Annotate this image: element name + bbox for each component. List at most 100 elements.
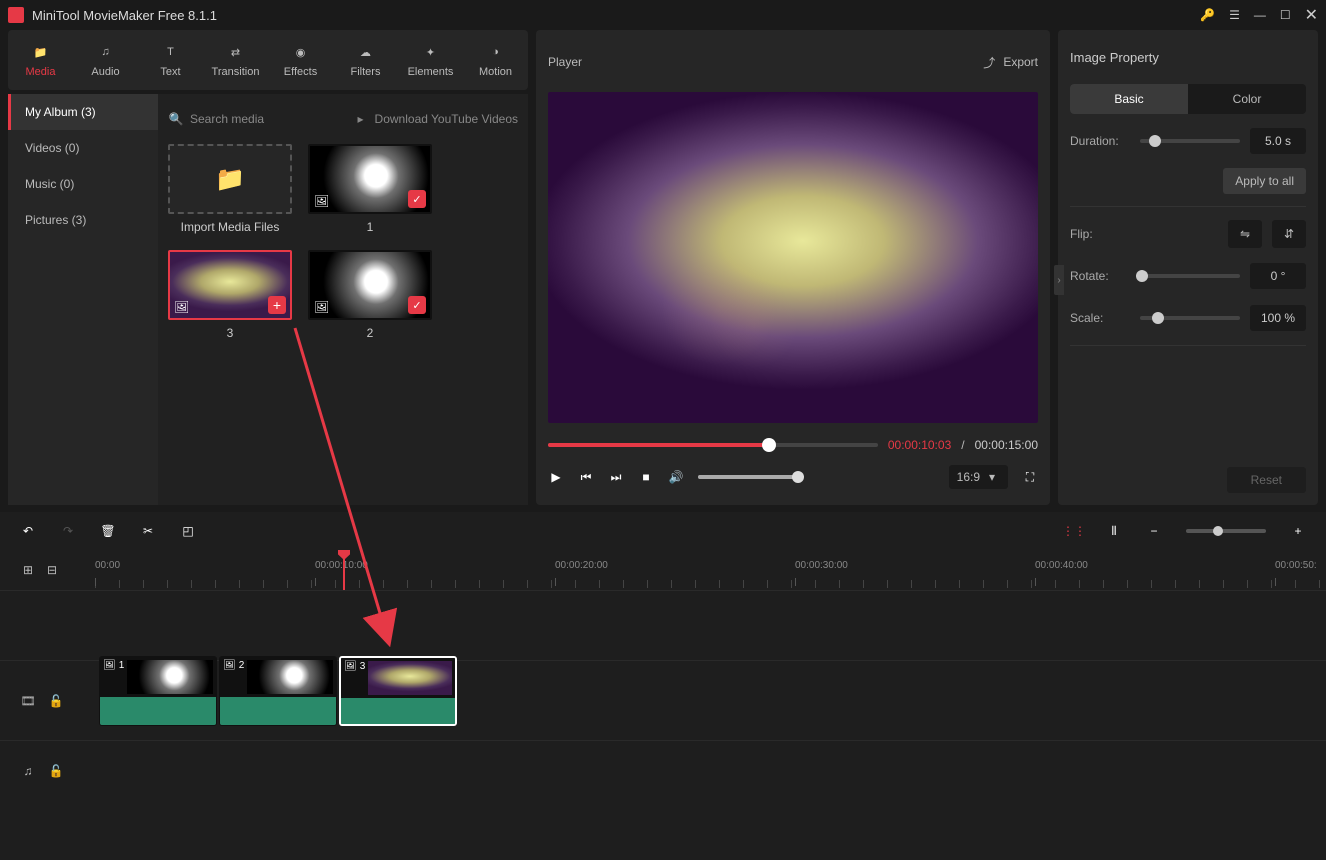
playback-scrubber[interactable] [548, 443, 878, 447]
reset-button[interactable]: Reset [1227, 467, 1306, 493]
license-key-icon[interactable]: 🔑 [1200, 8, 1215, 22]
prev-frame-button[interactable]: ⏮ [578, 469, 594, 485]
panel-expander[interactable]: › [1054, 265, 1064, 295]
video-track[interactable]: 🎞 🔓 🖼1 🖼2 🖼3 [0, 660, 1326, 740]
crop-button[interactable]: ◰ [180, 523, 196, 539]
download-youtube-link[interactable]: ▸ Download YouTube Videos [353, 111, 518, 127]
flip-horizontal-button[interactable]: ⇋ [1228, 220, 1262, 248]
image-icon: 🖼 [344, 661, 357, 672]
tab-effects[interactable]: ◉Effects [268, 30, 333, 90]
scale-slider[interactable] [1140, 316, 1240, 320]
tab-color[interactable]: Color [1188, 84, 1306, 114]
category-my-album[interactable]: My Album (3) [8, 94, 158, 130]
timeline-clip[interactable]: 🖼1 [99, 656, 217, 726]
lock-icon[interactable]: 🔓 [48, 693, 64, 709]
scale-value[interactable]: 100 % [1250, 305, 1306, 331]
timeline-clip[interactable]: 🖼3 [339, 656, 457, 726]
window-title: MiniTool MovieMaker Free 8.1.1 [32, 8, 1200, 23]
ruler-tick: 00:00:40:00 [1035, 560, 1088, 571]
category-music[interactable]: Music (0) [8, 166, 158, 202]
rotate-slider[interactable] [1140, 274, 1240, 278]
category-pictures[interactable]: Pictures (3) [8, 202, 158, 238]
titlebar: MiniTool MovieMaker Free 8.1.1 🔑 ☰ — ☐ ✕ [0, 0, 1326, 30]
magnet-button[interactable]: ⫴ [1106, 523, 1122, 539]
next-frame-button[interactable]: ⏭ [608, 469, 624, 485]
fullscreen-button[interactable]: ⛶ [1022, 469, 1038, 485]
tab-text[interactable]: TText [138, 30, 203, 90]
import-media-button[interactable]: 📁 Import Media Files [168, 144, 292, 234]
redo-button[interactable]: ↷ [60, 523, 76, 539]
timecode-total: 00:00:15:00 [975, 438, 1038, 452]
media-item[interactable]: 🖼 ✓ 2 [308, 250, 432, 340]
ruler-tick: 00:00 [95, 560, 120, 571]
flip-vertical-button[interactable]: ⇵ [1272, 220, 1306, 248]
property-panel: Image Property Basic Color Duration: 5.0… [1058, 30, 1318, 505]
snap-button[interactable]: ⋮⋮ [1066, 523, 1082, 539]
youtube-icon: ▸ [353, 111, 369, 127]
lock-icon[interactable]: 🔓 [48, 763, 64, 779]
scale-label: Scale: [1070, 311, 1130, 325]
property-title: Image Property [1070, 42, 1306, 72]
player-panel: Player ⤴ Export 00:00:10:03 / 00:00:15:0… [536, 30, 1050, 505]
flip-v-icon: ⇵ [1284, 227, 1294, 241]
swap-icon: ⇄ [226, 42, 246, 62]
zoom-slider[interactable] [1186, 529, 1266, 533]
stop-button[interactable]: ■ [638, 469, 654, 485]
delete-button[interactable]: 🗑 [100, 523, 116, 539]
add-icon[interactable]: + [268, 296, 286, 314]
duration-slider[interactable] [1140, 139, 1240, 143]
volume-icon[interactable]: 🔊 [668, 469, 684, 485]
volume-slider[interactable] [698, 475, 798, 479]
check-icon: ✓ [408, 296, 426, 314]
remove-track-button[interactable]: ⊟ [44, 562, 60, 578]
menu-icon[interactable]: ☰ [1229, 8, 1240, 22]
export-button[interactable]: ⤴ Export [981, 54, 1038, 70]
zoom-out-button[interactable]: − [1146, 523, 1162, 539]
zoom-in-button[interactable]: + [1290, 523, 1306, 539]
aspect-ratio-select[interactable]: 16:9 ▾ [949, 465, 1008, 489]
timeline-ruler[interactable]: ⊞ ⊟ 00:00 00:00:10:00 00:00:20:00 00:00:… [0, 550, 1326, 590]
folder-icon: 📁 [31, 42, 51, 62]
flip-h-icon: ⇋ [1240, 227, 1250, 241]
tab-elements[interactable]: ✦Elements [398, 30, 463, 90]
tab-media[interactable]: 📁Media [8, 30, 73, 90]
audio-track[interactable]: ♫ 🔓 [0, 740, 1326, 800]
media-item[interactable]: 🖼 + 3 [168, 250, 292, 340]
image-icon: 🖼 [103, 660, 116, 671]
top-tabs: 📁Media ♫Audio TText ⇄Transition ◉Effects… [8, 30, 528, 90]
split-button[interactable]: ✂ [140, 523, 156, 539]
media-item[interactable]: 🖼 ✓ 1 [308, 144, 432, 234]
media-library: 🔍 Search media ▸ Download YouTube Videos… [158, 94, 528, 505]
timecode-separator: / [961, 438, 964, 452]
apply-to-all-button[interactable]: Apply to all [1223, 168, 1306, 194]
undo-button[interactable]: ↶ [20, 523, 36, 539]
tab-basic[interactable]: Basic [1070, 84, 1188, 114]
rotate-value[interactable]: 0 ° [1250, 263, 1306, 289]
maximize-button[interactable]: ☐ [1280, 8, 1291, 22]
ruler-tick: 00:00:10:00 [315, 560, 368, 571]
timeline-clip[interactable]: 🖼2 [219, 656, 337, 726]
search-media[interactable]: 🔍 Search media [168, 111, 345, 127]
minimize-button[interactable]: — [1254, 8, 1266, 22]
tab-transition[interactable]: ⇄Transition [203, 30, 268, 90]
image-icon: 🖼 [223, 660, 236, 671]
close-button[interactable]: ✕ [1305, 5, 1318, 25]
preview-viewport[interactable] [548, 92, 1038, 423]
category-videos[interactable]: Videos (0) [8, 130, 158, 166]
flip-label: Flip: [1070, 227, 1130, 241]
image-icon: 🖼 [314, 194, 329, 208]
playhead[interactable]: ✂ [343, 550, 345, 590]
add-track-button[interactable]: ⊞ [20, 562, 36, 578]
sparkle-icon: ✦ [421, 42, 441, 62]
video-track-icon: 🎞 [20, 693, 36, 709]
tab-audio[interactable]: ♫Audio [73, 30, 138, 90]
tab-motion[interactable]: ◑Motion [463, 30, 528, 90]
duration-value[interactable]: 5.0 s [1250, 128, 1306, 154]
ruler-tick: 00:00:20:00 [555, 560, 608, 571]
tab-filters[interactable]: ☁Filters [333, 30, 398, 90]
image-icon: 🖼 [314, 300, 329, 314]
search-icon: 🔍 [168, 111, 184, 127]
motion-icon: ◑ [486, 42, 506, 62]
play-button[interactable]: ▶ [548, 469, 564, 485]
filters-icon: ☁ [356, 42, 376, 62]
